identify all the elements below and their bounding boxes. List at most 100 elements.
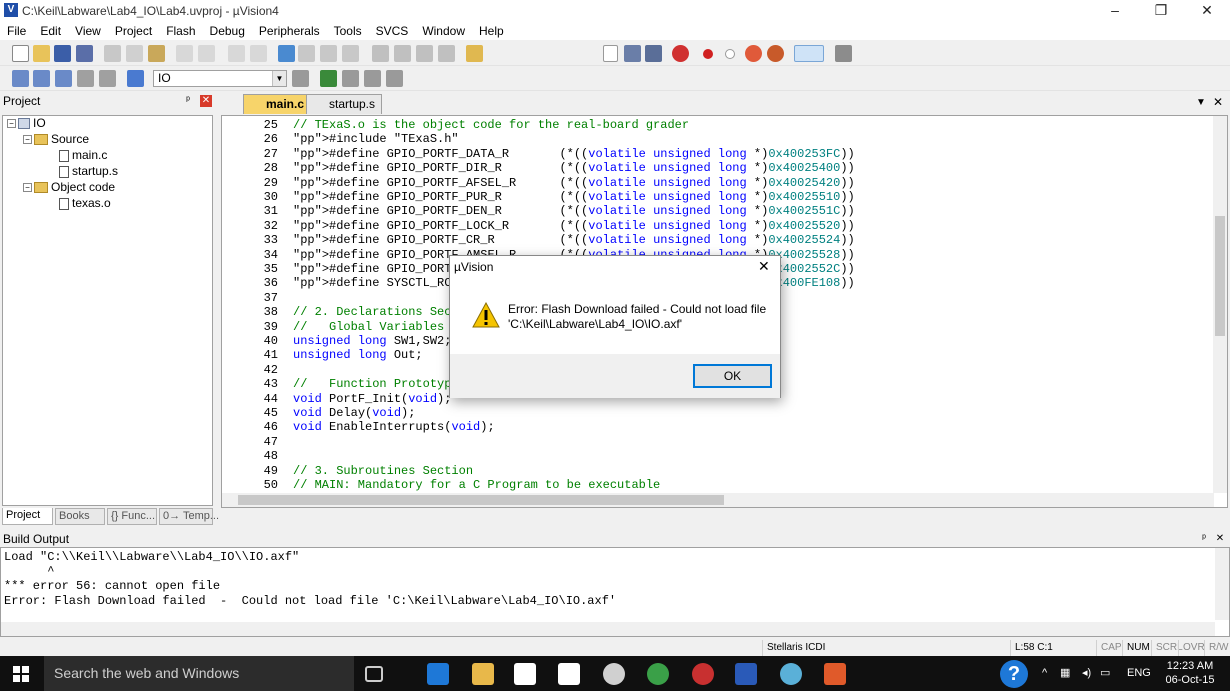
media-player-icon[interactable] xyxy=(603,663,625,685)
code-line[interactable]: 31 "pp">#define GPIO_PORTF_DEN_R (*((vola… xyxy=(222,204,1212,218)
tab-main-c[interactable]: main.c xyxy=(243,94,312,114)
copy-icon[interactable] xyxy=(126,45,143,62)
task-view-icon[interactable] xyxy=(365,666,383,682)
code-line[interactable]: 46 void EnableInterrupts(void); xyxy=(222,420,1212,434)
menu-svcs[interactable]: SVCS xyxy=(369,22,416,40)
next-bookmark-icon[interactable] xyxy=(320,45,337,62)
app-orange-icon[interactable] xyxy=(824,663,846,685)
indent-icon[interactable] xyxy=(372,45,389,62)
ok-button[interactable]: OK xyxy=(693,364,772,388)
store-icon[interactable] xyxy=(514,663,536,685)
keil-uvision-icon[interactable] xyxy=(735,663,757,685)
windows-start-icon[interactable] xyxy=(13,666,29,682)
code-line[interactable]: 32 "pp">#define GPIO_PORTF_LOCK_R (*((vol… xyxy=(222,219,1212,233)
paste-icon[interactable] xyxy=(148,45,165,62)
editor-vertical-scrollbar[interactable] xyxy=(1213,116,1227,493)
target-options-icon[interactable] xyxy=(292,70,309,87)
disable-breakpoint-icon[interactable] xyxy=(725,49,735,59)
restore-button[interactable]: ❐ xyxy=(1138,0,1184,22)
breakpoint-icon[interactable] xyxy=(703,49,713,59)
tab-books[interactable]: Books xyxy=(55,508,105,525)
code-line[interactable]: 33 "pp">#define GPIO_PORTF_CR_R (*((volat… xyxy=(222,233,1212,247)
select-packs-icon[interactable] xyxy=(342,70,359,87)
translate-icon[interactable] xyxy=(12,70,29,87)
collapse-icon[interactable]: − xyxy=(7,119,16,129)
download-icon[interactable] xyxy=(127,70,144,87)
tree-file-main-c[interactable]: main.c xyxy=(59,148,107,162)
code-line[interactable]: 48 xyxy=(222,449,1212,463)
find-combo-dropdown[interactable] xyxy=(603,45,618,62)
home-icon[interactable] xyxy=(558,663,580,685)
menu-flash[interactable]: Flash xyxy=(159,22,202,40)
tab-project[interactable]: Project xyxy=(2,508,53,525)
disable-all-breakpoints-icon[interactable] xyxy=(745,45,762,62)
tree-file-startup-s[interactable]: startup.s xyxy=(59,164,118,178)
nav-back-icon[interactable] xyxy=(228,45,245,62)
tab-templates[interactable]: 0→ Temp... xyxy=(159,508,219,525)
manage-rte-icon[interactable] xyxy=(386,70,403,87)
open-file-icon[interactable] xyxy=(33,45,50,62)
cut-icon[interactable] xyxy=(104,45,121,62)
window-layout-icon[interactable] xyxy=(794,45,824,62)
code-line[interactable]: 30 "pp">#define GPIO_PORTF_PUR_R (*((vola… xyxy=(222,190,1212,204)
batch-build-icon[interactable] xyxy=(77,70,94,87)
pin-icon[interactable]: ᵖ xyxy=(182,95,194,107)
output-horizontal-scrollbar[interactable] xyxy=(1,622,1215,636)
build-icon[interactable] xyxy=(33,70,50,87)
app-red-icon[interactable] xyxy=(692,663,714,685)
comment-icon[interactable] xyxy=(416,45,433,62)
clock[interactable]: 12:23 AM 06-Oct-15 xyxy=(1160,659,1220,687)
menu-window[interactable]: Window xyxy=(415,22,472,40)
file-explorer-icon[interactable] xyxy=(472,663,494,685)
tree-file-texas-o[interactable]: texas.o xyxy=(59,196,111,210)
stop-build-icon[interactable] xyxy=(99,70,116,87)
notification-icon[interactable]: ▭ xyxy=(1100,656,1110,691)
find-icon[interactable] xyxy=(645,45,662,62)
app-blue-icon[interactable] xyxy=(780,663,802,685)
code-line[interactable]: 45 void Delay(void); xyxy=(222,406,1212,420)
menu-tools[interactable]: Tools xyxy=(327,22,369,40)
menu-debug[interactable]: Debug xyxy=(203,22,252,40)
language-indicator[interactable]: ENG xyxy=(1127,656,1151,691)
tree-group-object-code[interactable]: − Object code xyxy=(23,180,115,194)
code-line[interactable]: 29 "pp">#define GPIO_PORTF_AFSEL_R (*((vo… xyxy=(222,176,1212,190)
edge-icon[interactable] xyxy=(427,663,449,685)
target-select[interactable]: IO ▼ xyxy=(153,70,287,87)
build-output-panel[interactable]: Load "C:\\Keil\\Labware\\Lab4_IO\\IO.axf… xyxy=(0,547,1230,637)
volume-icon[interactable]: ◂) xyxy=(1082,656,1091,691)
tab-startup-s[interactable]: startup.s xyxy=(306,94,383,114)
tree-group-source[interactable]: − Source xyxy=(23,132,89,146)
code-line[interactable]: 25 // TExaS.o is the object code for the … xyxy=(222,118,1212,132)
tab-list-dropdown[interactable]: ▼ xyxy=(1196,97,1206,108)
new-file-icon[interactable] xyxy=(12,45,29,62)
minimize-button[interactable]: – xyxy=(1092,0,1138,22)
manage-components-icon[interactable] xyxy=(320,70,337,87)
kill-all-breakpoints-icon[interactable] xyxy=(767,45,784,62)
close-button[interactable]: ✕ xyxy=(1184,0,1230,22)
output-vertical-scrollbar[interactable] xyxy=(1215,548,1229,620)
chrome-icon[interactable] xyxy=(647,663,669,685)
hscroll-thumb[interactable] xyxy=(238,495,724,505)
code-line[interactable]: 26 "pp">#include "TExaS.h" xyxy=(222,132,1212,146)
menu-edit[interactable]: Edit xyxy=(33,22,68,40)
network-icon[interactable]: ▦ xyxy=(1060,656,1070,691)
collapse-icon[interactable]: − xyxy=(23,183,32,193)
nav-forward-icon[interactable] xyxy=(250,45,267,62)
menu-peripherals[interactable]: Peripherals xyxy=(252,22,327,40)
save-all-icon[interactable] xyxy=(76,45,93,62)
scroll-thumb[interactable] xyxy=(1215,216,1225,336)
show-hidden-icons[interactable]: ^ xyxy=(1042,656,1047,691)
tree-root[interactable]: − IO xyxy=(7,116,46,130)
prev-bookmark-icon[interactable] xyxy=(298,45,315,62)
unindent-icon[interactable] xyxy=(394,45,411,62)
uncomment-icon[interactable] xyxy=(438,45,455,62)
debug-session-icon[interactable] xyxy=(672,45,689,62)
tab-functions[interactable]: {} Func... xyxy=(107,508,157,525)
panel-close-icon[interactable]: ✕ xyxy=(1214,533,1226,545)
menu-view[interactable]: View xyxy=(68,22,108,40)
redo-icon[interactable] xyxy=(198,45,215,62)
undo-icon[interactable] xyxy=(176,45,193,62)
pin-icon[interactable]: ᵖ xyxy=(1198,533,1210,545)
bookmark-icon[interactable] xyxy=(278,45,295,62)
editor-horizontal-scrollbar[interactable] xyxy=(222,493,1214,507)
